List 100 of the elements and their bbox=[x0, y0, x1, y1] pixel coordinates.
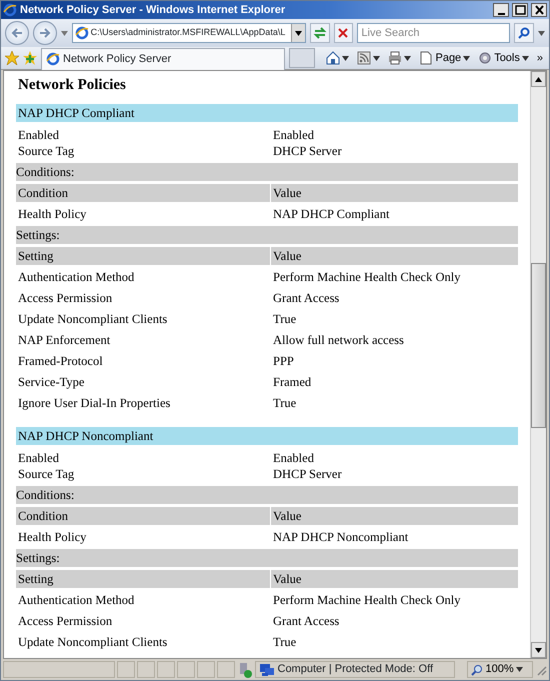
address-field[interactable]: C:\Users\administrator.MSFIREWALL\AppData\L bbox=[72, 23, 306, 43]
section-header: Conditions: bbox=[16, 486, 518, 504]
caret-icon bbox=[342, 56, 350, 60]
search-icon bbox=[518, 27, 530, 39]
table-cell-text: Grant Access bbox=[272, 613, 340, 630]
feed-icon bbox=[357, 51, 372, 65]
security-status-icon bbox=[237, 662, 253, 678]
browser-logo-icon bbox=[46, 52, 60, 66]
star-plus-icon[interactable] bbox=[23, 51, 37, 65]
table-cell-text: True bbox=[272, 634, 298, 651]
caret-icon[interactable] bbox=[60, 30, 68, 36]
table-cell-text: Authentication Method bbox=[17, 592, 136, 609]
down-arrow-icon bbox=[535, 648, 542, 652]
table-cell-text: Perform Machine Health Check Only bbox=[272, 269, 462, 286]
minimize-icon bbox=[498, 13, 504, 15]
table-cell-text: DHCP Server bbox=[272, 466, 343, 482]
print-button[interactable] bbox=[386, 51, 414, 65]
status-pane bbox=[217, 661, 235, 678]
maximize-button[interactable] bbox=[512, 3, 528, 17]
table-cell-text: True bbox=[272, 395, 298, 412]
table-cell-text: Framed-Protocol bbox=[17, 353, 104, 370]
zone-status: Computer | Protected Mode: Off bbox=[278, 662, 434, 678]
section-header: Conditions: bbox=[16, 163, 518, 181]
caret-icon bbox=[373, 56, 380, 60]
table-cell-text: True bbox=[272, 311, 298, 328]
left-arrow-icon bbox=[10, 27, 24, 39]
caret-icon bbox=[516, 667, 524, 672]
table-cell: Setting bbox=[16, 570, 271, 588]
zoom-button[interactable]: 100% bbox=[467, 661, 533, 678]
resize-grip-icon bbox=[535, 664, 547, 676]
table-cell-text: Allow full network access bbox=[272, 332, 405, 349]
table-cell-text: NAP DHCP Compliant bbox=[272, 206, 390, 223]
page-heading: Network Policies bbox=[18, 76, 127, 94]
forward-button[interactable] bbox=[32, 21, 57, 45]
table-cell: Condition bbox=[16, 507, 271, 525]
computer-icon bbox=[258, 662, 275, 676]
search-button[interactable] bbox=[514, 23, 534, 43]
minimize-button[interactable] bbox=[493, 3, 509, 17]
refresh-button[interactable] bbox=[310, 23, 330, 43]
table-cell: Value bbox=[271, 507, 518, 525]
search-field[interactable]: Live Search bbox=[357, 23, 510, 43]
home-button[interactable] bbox=[324, 51, 352, 65]
browser-tab[interactable]: Network Policy Server bbox=[41, 48, 285, 70]
up-arrow-icon bbox=[535, 76, 542, 82]
table-cell: Value bbox=[271, 184, 518, 202]
table-cell-text: Access Permission bbox=[17, 290, 114, 307]
caret-icon bbox=[404, 56, 412, 60]
browser-logo-icon bbox=[3, 3, 17, 17]
table-cell-text: Authentication Method bbox=[17, 269, 136, 286]
maximize-icon bbox=[514, 4, 526, 16]
table-cell-text: Ignore User Dial-In Properties bbox=[17, 395, 172, 412]
address-text: C:\Users\administrator.MSFIREWALL\AppData\L bbox=[90, 26, 286, 40]
close-icon bbox=[532, 4, 546, 16]
policy-header: NAP DHCP Noncompliant bbox=[16, 427, 518, 445]
refresh-icon bbox=[312, 27, 327, 39]
table-cell-text: NAP DHCP Noncompliant bbox=[272, 529, 410, 546]
window-title: Network Policy Server - Windows Internet Explorer bbox=[20, 2, 286, 18]
table-cell-text: NAP Enforcement bbox=[17, 332, 112, 349]
dropdown-button[interactable] bbox=[290, 24, 305, 42]
table-cell-text: DHCP Server bbox=[272, 143, 343, 159]
table-cell-text: Enabled bbox=[17, 127, 60, 143]
feeds-button[interactable] bbox=[355, 51, 382, 65]
magnifier-icon bbox=[470, 664, 483, 676]
table-cell-text: Enabled bbox=[272, 450, 315, 466]
browser-logo-icon bbox=[74, 26, 89, 40]
star-icon[interactable] bbox=[5, 51, 19, 65]
section-header: Settings: bbox=[16, 549, 518, 567]
home-icon bbox=[326, 51, 340, 65]
page-icon bbox=[419, 51, 434, 65]
table-cell-text: Framed bbox=[272, 374, 312, 391]
table-cell: Value bbox=[271, 247, 518, 265]
table-cell-text: Perform Machine Health Check Only bbox=[272, 592, 462, 609]
table-cell-text: PPP bbox=[272, 353, 295, 370]
close-button[interactable] bbox=[531, 3, 547, 17]
status-pane bbox=[157, 661, 175, 678]
stop-button[interactable] bbox=[334, 23, 354, 43]
policy-header: NAP DHCP Compliant bbox=[16, 104, 518, 122]
back-button[interactable] bbox=[5, 21, 29, 45]
scrollbar[interactable] bbox=[530, 71, 546, 658]
page-button[interactable]: Page bbox=[417, 50, 472, 66]
table-cell-text: Enabled bbox=[272, 127, 315, 143]
table-cell: Condition bbox=[16, 184, 271, 202]
table-cell: Setting bbox=[16, 247, 271, 265]
caret-icon bbox=[463, 56, 470, 60]
table-cell-text: Health Policy bbox=[17, 529, 88, 546]
more-button[interactable]: » bbox=[534, 50, 545, 66]
printer-icon bbox=[388, 51, 402, 65]
table-cell-text: Source Tag bbox=[17, 143, 76, 159]
table-cell: Value bbox=[271, 570, 518, 588]
caret-icon bbox=[294, 30, 302, 36]
table-cell-text: Health Policy bbox=[17, 206, 88, 223]
tools-button[interactable]: Tools bbox=[476, 50, 531, 66]
status-pane bbox=[117, 661, 135, 678]
gear-icon bbox=[478, 51, 492, 65]
caret-icon[interactable] bbox=[538, 30, 546, 36]
status-pane bbox=[137, 661, 155, 678]
right-arrow-icon bbox=[38, 27, 52, 39]
table-cell-text: Enabled bbox=[17, 450, 60, 466]
section-header: Settings: bbox=[16, 226, 518, 244]
table-cell-text: Grant Access bbox=[272, 290, 340, 307]
